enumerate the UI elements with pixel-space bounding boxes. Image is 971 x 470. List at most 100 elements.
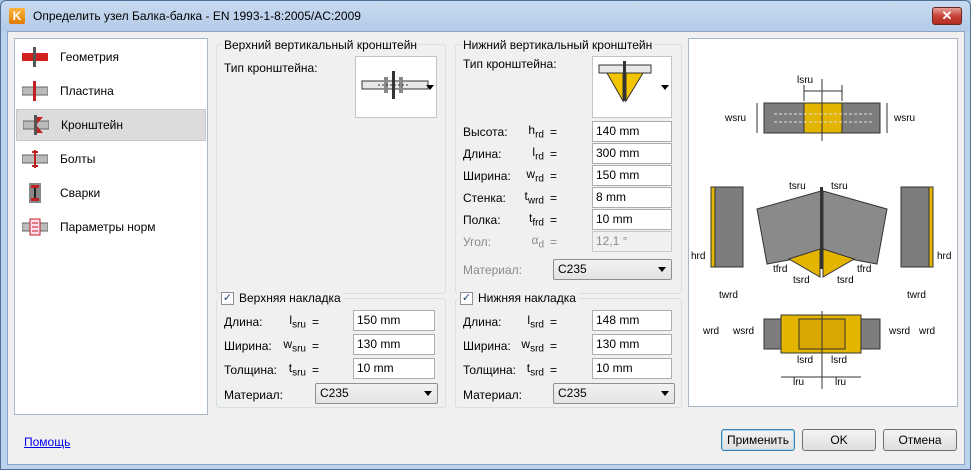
lower-bracket-type-label: Тип кронштейна:	[463, 57, 557, 71]
lower-plate-length-label: Длина:	[463, 315, 502, 329]
app-icon: K	[9, 8, 25, 24]
selected-value: C235	[558, 386, 587, 400]
equals-sign: =	[550, 315, 558, 329]
label-h-rd-left: hrd	[691, 251, 705, 262]
bracket-icon	[22, 115, 50, 135]
connection-diagram-drawing: lsru wsru wsru tsru tsru hrd hrd twrd tw…	[691, 75, 951, 389]
lower-plate-width-input[interactable]: 130 mm	[592, 334, 672, 355]
title-bar[interactable]: K Определить узел Балка-балка - EN 1993-…	[1, 1, 970, 31]
symbol-subscript: srd	[530, 319, 544, 331]
upper-bracket-type-picker[interactable]	[355, 56, 437, 118]
symbol-subscript: d	[538, 239, 544, 251]
cancel-button[interactable]: Отмена	[883, 429, 957, 451]
height-input[interactable]: 140 mm	[592, 121, 672, 142]
dialog-client: Геометрия Пластина Кронштейн Болты Сварк…	[7, 31, 965, 465]
upper-plate-material-select[interactable]: C235	[315, 383, 438, 404]
lower-plate-thickness-input[interactable]: 10 mm	[592, 358, 672, 379]
label-t-sru-left: tsru	[789, 181, 806, 192]
code-parameters-icon	[21, 217, 49, 237]
upper-plate-checkbox[interactable]: ✓	[221, 291, 234, 305]
label-l-srd-left: lsrd	[797, 355, 813, 366]
lower-bracket-type-icon	[598, 61, 652, 103]
help-link[interactable]: Помощь	[24, 435, 70, 449]
symbol-subscript: rd	[535, 129, 544, 141]
upper-plate-length-label: Длина:	[224, 315, 263, 329]
equals-sign: =	[312, 339, 320, 353]
lower-plate-width-symbol: wsrd	[508, 337, 544, 354]
nav-item-geometry[interactable]: Геометрия	[16, 41, 206, 73]
label-w-rd-left: wrd	[702, 326, 719, 337]
equals-sign: =	[550, 147, 558, 161]
nav-item-welds[interactable]: Сварки	[16, 177, 206, 209]
upper-plate-width-symbol: wsru	[270, 337, 306, 354]
nav-item-bolts[interactable]: Болты	[16, 143, 206, 175]
symbol-subscript: sru	[292, 319, 306, 331]
lower-plate-checkbox-label[interactable]: Нижняя накладка	[478, 291, 576, 305]
upper-bracket-type-icon	[361, 71, 429, 99]
equals-sign: =	[550, 191, 558, 205]
label-t-srd-right: tsrd	[837, 275, 854, 286]
flange-label: Полка:	[463, 213, 501, 227]
symbol-subscript: wrd	[527, 195, 544, 207]
upper-plate-thickness-input[interactable]: 10 mm	[353, 358, 435, 379]
equals-sign: =	[550, 235, 558, 249]
label-t-srd-left: tsrd	[793, 275, 810, 286]
equals-sign: =	[312, 363, 320, 377]
lower-bracket-material-select[interactable]: C235	[553, 259, 672, 280]
angle-label: Угол:	[463, 235, 491, 249]
symbol-subscript: sru	[292, 343, 306, 355]
label-t-frd-left: tfrd	[773, 264, 787, 275]
nav-item-label: Кронштейн	[61, 118, 123, 132]
upper-plate-thickness-symbol: tsru	[270, 361, 306, 378]
connection-diagram: lsru wsru wsru tsru tsru hrd hrd twrd tw…	[688, 38, 958, 407]
upper-plate-length-input[interactable]: 150 mm	[353, 310, 435, 331]
angle-symbol: αd	[508, 233, 545, 251]
lower-plate-width-label: Ширина:	[463, 339, 511, 353]
symbol-subscript: frd	[532, 217, 544, 229]
width-input[interactable]: 150 mm	[592, 165, 672, 186]
height-symbol: hrd	[508, 123, 544, 140]
label-w-sru-right: wsru	[893, 113, 915, 124]
nav-item-code-parameters[interactable]: Параметры норм	[16, 211, 206, 243]
dialog-window: K Определить узел Балка-балка - EN 1993-…	[0, 0, 971, 470]
bolts-icon	[21, 149, 49, 169]
upper-plate-checkbox-label[interactable]: Верхняя накладка	[239, 291, 341, 305]
upper-plate-width-input[interactable]: 130 mm	[353, 334, 435, 355]
close-button[interactable]: ✕	[932, 7, 962, 25]
selected-value: C235	[558, 262, 587, 276]
symbol-letter: w	[526, 167, 536, 181]
web-label: Стенка:	[463, 191, 506, 205]
chevron-down-icon	[661, 391, 669, 396]
ok-button[interactable]: OK	[802, 429, 876, 451]
length-input[interactable]: 300 mm	[592, 143, 672, 164]
flange-thickness-input[interactable]: 10 mm	[592, 209, 672, 230]
symbol-subscript: rd	[535, 151, 544, 163]
apply-button[interactable]: Применить	[721, 429, 795, 451]
symbol-subscript: srd	[530, 343, 544, 355]
label-w-srd-left: wsrd	[732, 326, 754, 337]
lower-plate-material-select[interactable]: C235	[553, 383, 675, 404]
symbol-letter: w	[283, 337, 293, 351]
nav-item-bracket[interactable]: Кронштейн	[16, 109, 206, 141]
lower-plate-checkbox[interactable]: ✓	[460, 291, 473, 305]
nav-item-plate[interactable]: Пластина	[16, 75, 206, 107]
nav-item-label: Геометрия	[60, 50, 119, 64]
label-w-sru-left: wsru	[724, 113, 746, 124]
width-label: Ширина:	[463, 169, 511, 183]
lower-plate-length-symbol: lsrd	[508, 313, 544, 330]
lower-plate-length-input[interactable]: 148 mm	[592, 310, 672, 331]
width-symbol: wrd	[508, 167, 544, 184]
height-label: Высота:	[463, 125, 508, 139]
nav-item-label: Параметры норм	[60, 220, 156, 234]
upper-bracket-title: Верхний вертикальный кронштейн	[222, 38, 420, 52]
symbol-subscript: sru	[292, 367, 306, 379]
symbol-subscript: srd	[530, 367, 544, 379]
web-symbol: twrd	[508, 189, 544, 206]
lower-bracket-type-picker[interactable]	[592, 56, 672, 118]
label-l-ru-left: lru	[793, 377, 804, 388]
category-list: Геометрия Пластина Кронштейн Болты Сварк…	[14, 38, 208, 415]
welds-icon	[22, 183, 48, 203]
web-thickness-input[interactable]: 8 mm	[592, 187, 672, 208]
upper-bracket-type-label: Тип кронштейна:	[224, 61, 318, 75]
length-symbol: lrd	[508, 145, 544, 162]
